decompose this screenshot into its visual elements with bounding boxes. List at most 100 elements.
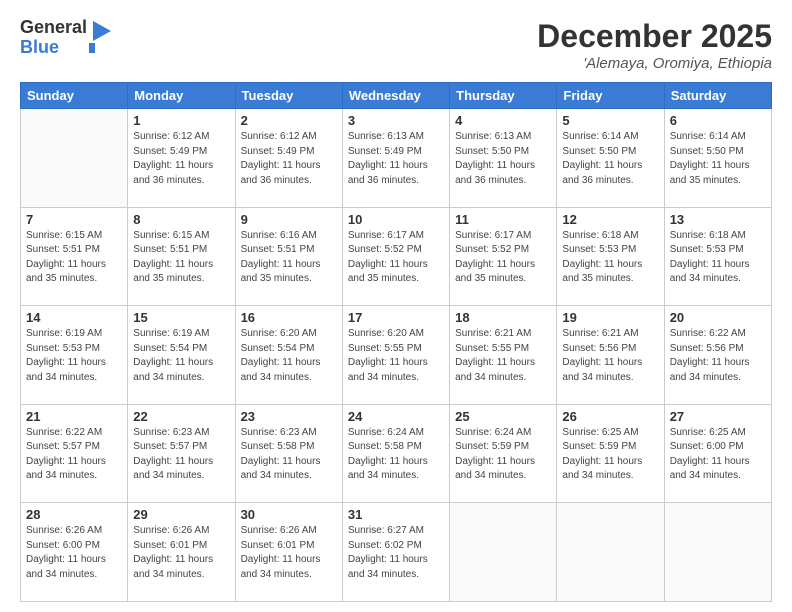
day-info: Sunrise: 6:24 AM Sunset: 5:59 PM Dayligh…	[455, 426, 551, 484]
header: General Blue December 2025 'Alemaya, Oro…	[20, 18, 772, 72]
day-number: 1	[133, 113, 229, 128]
day-info: Sunrise: 6:23 AM Sunset: 5:57 PM Dayligh…	[133, 426, 229, 484]
header-monday: Monday	[128, 83, 235, 109]
table-row: 18Sunrise: 6:21 AM Sunset: 5:55 PM Dayli…	[450, 306, 557, 405]
calendar-week-row: 21Sunrise: 6:22 AM Sunset: 5:57 PM Dayli…	[21, 404, 772, 503]
day-info: Sunrise: 6:12 AM Sunset: 5:49 PM Dayligh…	[241, 130, 337, 188]
day-number: 20	[670, 310, 766, 325]
table-row: 29Sunrise: 6:26 AM Sunset: 6:01 PM Dayli…	[128, 503, 235, 602]
table-row: 7 Sunrise: 6:15 AM Sunset: 5:51 PM Daylig…	[21, 207, 128, 306]
day-info: Sunrise: 6:15 AM Sunset: 5:51 PM Dayligh…	[26, 229, 122, 287]
table-row: 8Sunrise: 6:15 AM Sunset: 5:51 PM Daylig…	[128, 207, 235, 306]
table-row: 2 Sunrise: 6:12 AM Sunset: 5:49 PM Daylig…	[235, 109, 342, 208]
day-info: Sunrise: 6:21 AM Sunset: 5:56 PM Dayligh…	[562, 327, 658, 385]
table-row	[450, 503, 557, 602]
header-thursday: Thursday	[450, 83, 557, 109]
header-saturday: Saturday	[664, 83, 771, 109]
day-number: 2	[241, 113, 337, 128]
day-number: 13	[670, 212, 766, 227]
day-info: Sunrise: 6:27 AM Sunset: 6:02 PM Dayligh…	[348, 524, 444, 582]
table-row: 27 Sunrise: 6:25 AM Sunset: 6:00 PM Dayli…	[664, 404, 771, 503]
table-row: 24 Sunrise: 6:24 AM Sunset: 5:58 PM Dayli…	[342, 404, 449, 503]
day-number: 18	[455, 310, 551, 325]
day-number: 16	[241, 310, 337, 325]
day-info: Sunrise: 6:17 AM Sunset: 5:52 PM Dayligh…	[455, 229, 551, 287]
table-row: 6 Sunrise: 6:14 AM Sunset: 5:50 PM Daylig…	[664, 109, 771, 208]
table-row: 26 Sunrise: 6:25 AM Sunset: 5:59 PM Dayli…	[557, 404, 664, 503]
table-row: 28 Sunrise: 6:26 AM Sunset: 6:00 PM Dayli…	[21, 503, 128, 602]
day-number: 22	[133, 409, 229, 424]
day-info: Sunrise: 6:17 AM Sunset: 5:52 PM Dayligh…	[348, 229, 444, 287]
title-area: December 2025 'Alemaya, Oromiya, Ethiopi…	[537, 18, 772, 72]
day-info: Sunrise: 6:12 AM Sunset: 5:49 PM Dayligh…	[133, 130, 229, 188]
table-row: 5Sunrise: 6:14 AM Sunset: 5:50 PM Daylig…	[557, 109, 664, 208]
day-number: 6	[670, 113, 766, 128]
calendar-week-row: 28 Sunrise: 6:26 AM Sunset: 6:00 PM Dayli…	[21, 503, 772, 602]
table-row: 22 Sunrise: 6:23 AM Sunset: 5:57 PM Dayli…	[128, 404, 235, 503]
day-number: 26	[562, 409, 658, 424]
day-number: 28	[26, 507, 122, 522]
table-row: 15 Sunrise: 6:19 AM Sunset: 5:54 PM Dayli…	[128, 306, 235, 405]
table-row: 23Sunrise: 6:23 AM Sunset: 5:58 PM Dayli…	[235, 404, 342, 503]
table-row	[21, 109, 128, 208]
table-row: 12Sunrise: 6:18 AM Sunset: 5:53 PM Dayli…	[557, 207, 664, 306]
day-number: 9	[241, 212, 337, 227]
day-info: Sunrise: 6:24 AM Sunset: 5:58 PM Dayligh…	[348, 426, 444, 484]
day-info: Sunrise: 6:25 AM Sunset: 6:00 PM Dayligh…	[670, 426, 766, 484]
table-row: 3Sunrise: 6:13 AM Sunset: 5:49 PM Daylig…	[342, 109, 449, 208]
day-number: 7	[26, 212, 122, 227]
calendar-week-row: 1 Sunrise: 6:12 AM Sunset: 5:49 PM Daylig…	[21, 109, 772, 208]
day-info: Sunrise: 6:16 AM Sunset: 5:51 PM Dayligh…	[241, 229, 337, 287]
day-number: 30	[241, 507, 337, 522]
table-row: 21Sunrise: 6:22 AM Sunset: 5:57 PM Dayli…	[21, 404, 128, 503]
table-row: 17 Sunrise: 6:20 AM Sunset: 5:55 PM Dayli…	[342, 306, 449, 405]
day-number: 5	[562, 113, 658, 128]
day-info: Sunrise: 6:26 AM Sunset: 6:01 PM Dayligh…	[133, 524, 229, 582]
day-number: 17	[348, 310, 444, 325]
day-info: Sunrise: 6:14 AM Sunset: 5:50 PM Dayligh…	[670, 130, 766, 188]
location-subtitle: 'Alemaya, Oromiya, Ethiopia	[537, 55, 772, 72]
day-number: 21	[26, 409, 122, 424]
calendar-week-row: 7 Sunrise: 6:15 AM Sunset: 5:51 PM Daylig…	[21, 207, 772, 306]
table-row: 20 Sunrise: 6:22 AM Sunset: 5:56 PM Dayli…	[664, 306, 771, 405]
day-info: Sunrise: 6:13 AM Sunset: 5:50 PM Dayligh…	[455, 130, 551, 188]
table-row: 10Sunrise: 6:17 AM Sunset: 5:52 PM Dayli…	[342, 207, 449, 306]
day-info: Sunrise: 6:25 AM Sunset: 5:59 PM Dayligh…	[562, 426, 658, 484]
logo-general: General	[20, 18, 87, 38]
day-number: 14	[26, 310, 122, 325]
day-number: 23	[241, 409, 337, 424]
day-info: Sunrise: 6:22 AM Sunset: 5:56 PM Dayligh…	[670, 327, 766, 385]
table-row: 4 Sunrise: 6:13 AM Sunset: 5:50 PM Daylig…	[450, 109, 557, 208]
day-number: 4	[455, 113, 551, 128]
day-info: Sunrise: 6:18 AM Sunset: 5:53 PM Dayligh…	[670, 229, 766, 287]
logo-blue: Blue	[20, 38, 87, 58]
table-row: 13 Sunrise: 6:18 AM Sunset: 5:53 PM Dayli…	[664, 207, 771, 306]
day-info: Sunrise: 6:19 AM Sunset: 5:54 PM Dayligh…	[133, 327, 229, 385]
calendar-table: Sunday Monday Tuesday Wednesday Thursday…	[20, 82, 772, 602]
day-number: 15	[133, 310, 229, 325]
table-row: 9 Sunrise: 6:16 AM Sunset: 5:51 PM Daylig…	[235, 207, 342, 306]
table-row	[557, 503, 664, 602]
day-info: Sunrise: 6:20 AM Sunset: 5:54 PM Dayligh…	[241, 327, 337, 385]
day-number: 19	[562, 310, 658, 325]
day-number: 27	[670, 409, 766, 424]
day-info: Sunrise: 6:26 AM Sunset: 6:00 PM Dayligh…	[26, 524, 122, 582]
calendar-week-row: 14Sunrise: 6:19 AM Sunset: 5:53 PM Dayli…	[21, 306, 772, 405]
header-tuesday: Tuesday	[235, 83, 342, 109]
day-number: 25	[455, 409, 551, 424]
table-row: 30Sunrise: 6:26 AM Sunset: 6:01 PM Dayli…	[235, 503, 342, 602]
day-number: 12	[562, 212, 658, 227]
day-number: 8	[133, 212, 229, 227]
header-friday: Friday	[557, 83, 664, 109]
table-row: 16 Sunrise: 6:20 AM Sunset: 5:54 PM Dayli…	[235, 306, 342, 405]
day-info: Sunrise: 6:13 AM Sunset: 5:49 PM Dayligh…	[348, 130, 444, 188]
day-number: 31	[348, 507, 444, 522]
table-row: 14Sunrise: 6:19 AM Sunset: 5:53 PM Dayli…	[21, 306, 128, 405]
page: General Blue December 2025 'Alemaya, Oro…	[0, 0, 792, 612]
month-title: December 2025	[537, 18, 772, 55]
table-row: 25 Sunrise: 6:24 AM Sunset: 5:59 PM Dayli…	[450, 404, 557, 503]
table-row: 1 Sunrise: 6:12 AM Sunset: 5:49 PM Daylig…	[128, 109, 235, 208]
day-number: 24	[348, 409, 444, 424]
day-info: Sunrise: 6:20 AM Sunset: 5:55 PM Dayligh…	[348, 327, 444, 385]
header-wednesday: Wednesday	[342, 83, 449, 109]
